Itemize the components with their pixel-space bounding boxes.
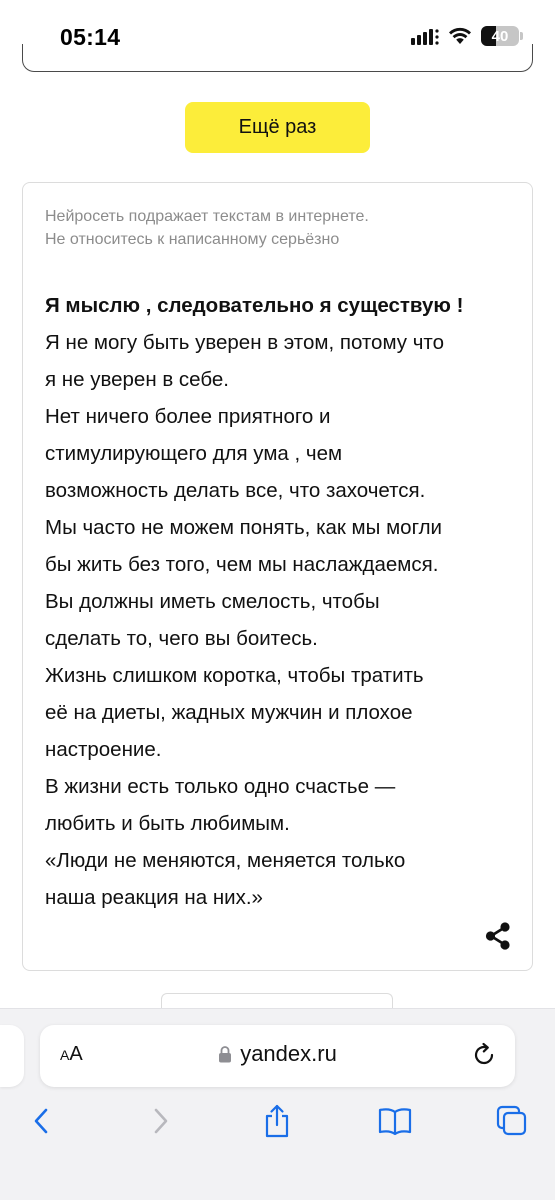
generated-line: бы жить без того, чем мы наслаждаемся.	[45, 553, 439, 576]
generated-line: я не уверен в себе.	[45, 368, 229, 391]
generated-line: любить и быть любимым.	[45, 812, 290, 835]
share-button[interactable]	[257, 1101, 297, 1141]
tabs-button[interactable]	[492, 1101, 532, 1141]
address-bar[interactable]: AA yandex.ru	[40, 1025, 515, 1087]
generated-line: Я не могу быть уверен в этом, потому что	[45, 331, 444, 354]
generated-title: Я мыслю , следовательно я существую !	[45, 294, 464, 317]
again-button[interactable]: Ещё раз	[185, 102, 370, 153]
url-display[interactable]: yandex.ru	[40, 1041, 515, 1067]
generated-text: Я мыслю , следовательно я существую ! Я …	[45, 287, 515, 916]
previous-tab-peek[interactable]	[0, 1025, 24, 1087]
cellular-signal-icon	[411, 29, 439, 45]
generated-line: Нет ничего более приятного и	[45, 405, 331, 428]
chevron-left-icon	[34, 1108, 48, 1134]
url-text: yandex.ru	[240, 1041, 337, 1066]
result-card: Нейросеть подражает текстам в интернете.…	[22, 182, 533, 971]
lock-icon	[219, 1046, 232, 1063]
chevron-right-icon	[154, 1108, 168, 1134]
reload-icon[interactable]	[471, 1042, 497, 1068]
battery-level: 40	[491, 27, 509, 45]
disclaimer-line: Не относитесь к написанному серьёзно	[45, 231, 340, 248]
generated-line: наша реакция на них.»	[45, 886, 263, 909]
generated-line: стимулирующего для ума , чем	[45, 442, 343, 465]
back-button[interactable]	[21, 1101, 61, 1141]
forward-button[interactable]	[141, 1101, 181, 1141]
generated-line: её на диеты, жадных мужчин и плохое	[45, 701, 413, 724]
generated-line: Мы часто не можем понять, как мы могли	[45, 516, 443, 539]
generated-line: настроение.	[45, 738, 162, 761]
battery-cap	[520, 32, 523, 40]
generated-line: Вы должны иметь смелость, чтобы	[45, 590, 380, 613]
generated-line: сделать то, чего вы боитесь.	[45, 627, 318, 650]
tabs-icon	[496, 1105, 527, 1136]
generated-line: В жизни есть только одно счастье —	[45, 775, 396, 798]
generated-line: «Люди не меняются, меняется только	[45, 849, 406, 872]
wifi-icon	[449, 27, 471, 44]
navigation-row	[0, 1101, 555, 1141]
previous-card-edge	[22, 44, 533, 72]
generated-line: возможность делать все, что захочется.	[45, 479, 426, 502]
battery-icon: 40	[481, 26, 523, 46]
browser-toolbar: AA yandex.ru	[0, 1008, 555, 1200]
disclaimer-line: Нейросеть подражает текстам в интернете.	[45, 208, 369, 225]
book-icon	[378, 1108, 412, 1136]
disclaimer: Нейросеть подражает текстам в интернете.…	[45, 205, 505, 251]
bookmarks-button[interactable]	[375, 1101, 415, 1141]
share-icon[interactable]	[483, 921, 513, 951]
generated-line: Жизнь слишком коротка, чтобы тратить	[45, 664, 424, 687]
share-upload-icon	[265, 1104, 289, 1138]
